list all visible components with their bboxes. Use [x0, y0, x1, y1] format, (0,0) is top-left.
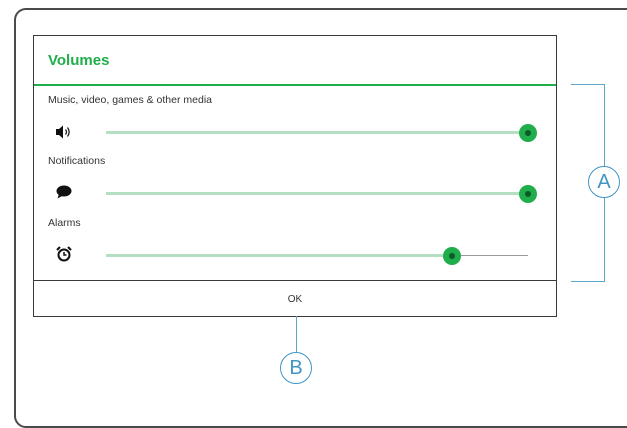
callout-a-top-tick: [571, 84, 605, 85]
alarms-volume-fill: [106, 254, 453, 257]
dialog-title: Volumes: [48, 52, 110, 69]
ok-button[interactable]: OK: [34, 281, 556, 317]
speaker-icon: [54, 122, 74, 142]
media-volume-fill: [106, 131, 528, 134]
callout-a-marker: A: [588, 166, 620, 198]
media-volume-thumb[interactable]: [519, 124, 537, 142]
alarms-volume-label: Alarms: [48, 217, 81, 229]
media-volume-slider[interactable]: [106, 124, 537, 142]
media-volume-label: Music, video, games & other media: [48, 94, 212, 106]
alarm-clock-icon: [54, 244, 74, 264]
callout-a-bottom-tick: [571, 281, 605, 282]
title-divider: [34, 84, 556, 86]
notifications-volume-thumb[interactable]: [519, 185, 537, 203]
notifications-volume-slider[interactable]: [106, 185, 537, 203]
notifications-volume-label: Notifications: [48, 155, 106, 167]
callout-b-line: [296, 316, 297, 352]
callout-b-marker: B: [280, 352, 312, 384]
volumes-dialog: Volumes Music, video, games & other medi…: [33, 35, 557, 317]
notifications-volume-fill: [106, 192, 528, 195]
speech-bubble-icon: [54, 182, 74, 202]
alarms-volume-slider[interactable]: [106, 247, 528, 265]
alarms-volume-thumb[interactable]: [443, 247, 462, 265]
